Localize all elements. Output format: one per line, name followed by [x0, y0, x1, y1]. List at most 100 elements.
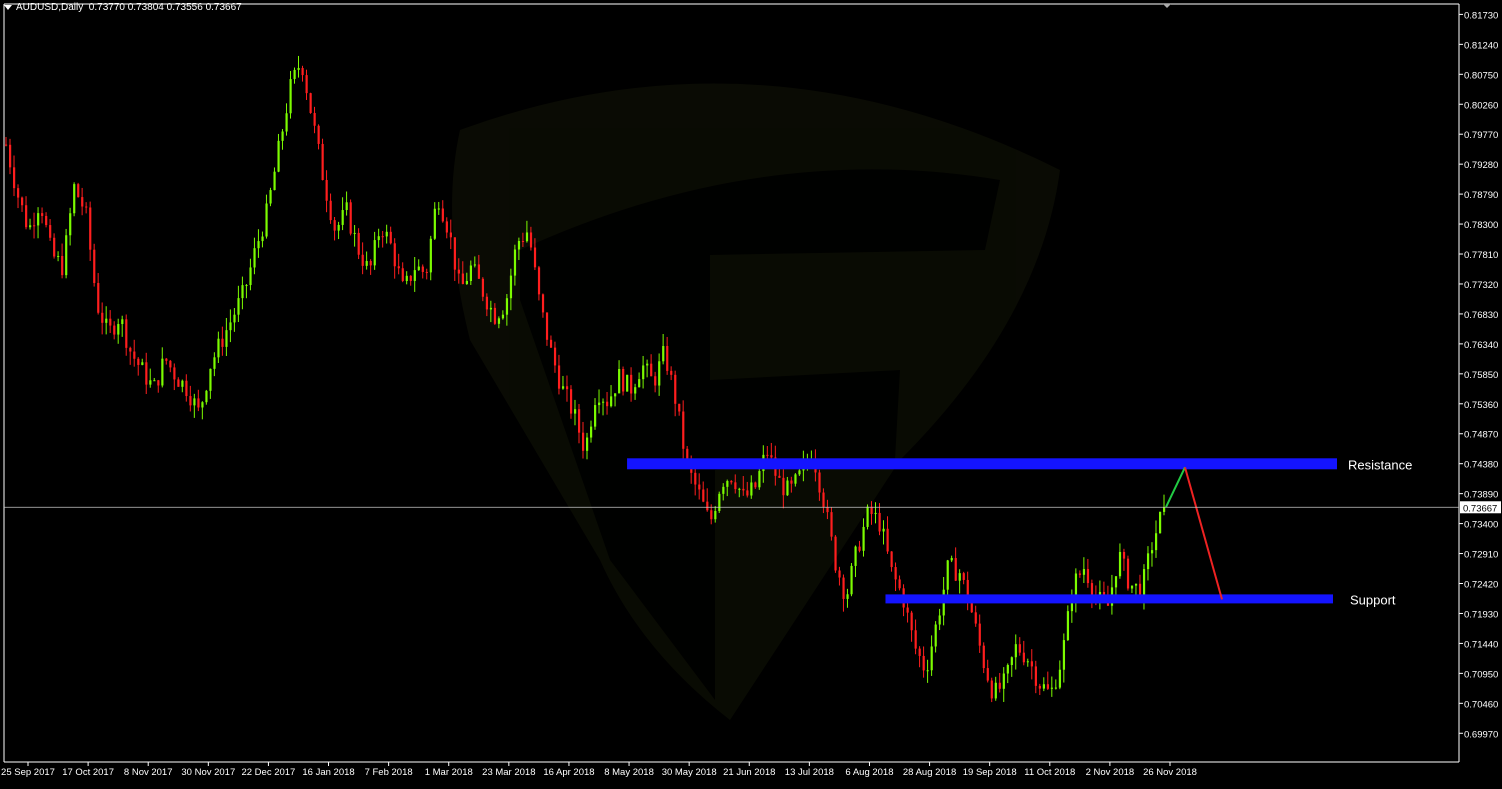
candle-bear	[481, 278, 485, 297]
candle-bear	[101, 312, 104, 323]
candle-bear	[53, 237, 56, 257]
candle-bear	[97, 283, 100, 313]
candle-bull	[926, 670, 929, 672]
candle-bear	[125, 319, 128, 348]
candle-bear	[449, 232, 452, 238]
candle-bull	[353, 232, 356, 234]
candle-bull	[1050, 687, 1054, 689]
candle-bear	[301, 67, 304, 76]
candle-bull	[249, 267, 252, 286]
candle-bull	[365, 261, 368, 266]
price-tick-label: 0.73400	[1464, 520, 1498, 531]
price-tick-label: 0.78300	[1464, 220, 1498, 231]
candle-bull	[201, 402, 204, 408]
candle-bull	[153, 380, 156, 382]
candle-bear	[1078, 573, 1082, 575]
chart-container[interactable]: Resistance Support 0.81730 0.81240 0.80750 0…	[0, 0, 1502, 784]
price-tick-label: 0.70950	[1464, 669, 1498, 680]
time-tick-label: 17 Oct 2017	[62, 767, 114, 778]
candle-bear	[369, 261, 372, 266]
candle-bear	[145, 362, 148, 385]
candle-bull	[758, 471, 761, 488]
candle-bull	[209, 368, 212, 391]
candle-bull	[257, 241, 260, 249]
candle-bull	[241, 285, 244, 299]
candle-bear	[766, 454, 769, 456]
candle-bear	[361, 254, 364, 266]
candle-bull	[1134, 583, 1138, 586]
candle-bear	[533, 247, 537, 268]
time-tick-label: 19 Sep 2018	[963, 767, 1017, 778]
time-tick-label: 22 Dec 2017	[241, 767, 295, 778]
price-tick-label: 0.77810	[1464, 250, 1498, 261]
candle-bull	[642, 365, 645, 380]
candle-bull	[594, 405, 597, 427]
candle-bull	[1154, 533, 1158, 551]
symbol-label: AUDUSD,Daily	[16, 2, 84, 13]
candle-bull	[233, 314, 236, 323]
candle-bear	[682, 411, 685, 449]
support-zone	[885, 594, 1333, 604]
candle-bear	[485, 296, 489, 310]
candle-bear	[317, 125, 320, 144]
candle-bull	[590, 426, 593, 438]
candle-bear	[113, 325, 116, 335]
candle-bear	[5, 144, 8, 146]
candle-bull	[610, 396, 613, 407]
candle-bear	[61, 255, 64, 276]
candle-bear	[453, 237, 456, 270]
candle-bear	[670, 370, 673, 375]
candle-bull	[501, 314, 505, 319]
candle-bull	[1062, 640, 1066, 670]
candle-bull	[1082, 569, 1086, 575]
candle-bear	[321, 143, 324, 181]
candle-bear	[1086, 569, 1090, 584]
candle-bull	[938, 615, 941, 625]
candle-bear	[189, 396, 192, 406]
candle-bear	[990, 680, 993, 699]
time-tick-label: 28 Aug 2018	[903, 767, 956, 778]
price-chart[interactable]: Resistance Support 0.81730 0.81240 0.80750 0…	[0, 0, 1502, 784]
candle-bull	[1054, 687, 1058, 689]
candle-bear	[970, 602, 973, 613]
candle-bear	[45, 215, 48, 226]
candle-bear	[389, 231, 392, 244]
candle-bear	[445, 221, 448, 233]
price-tick-label: 0.70460	[1464, 699, 1498, 710]
candle-bear	[962, 573, 965, 580]
price-tick-label: 0.72420	[1464, 580, 1498, 591]
candle-bear	[381, 236, 384, 238]
time-tick-label: 21 Jun 2018	[723, 767, 775, 778]
candle-bear	[109, 318, 112, 326]
candle-bear	[545, 312, 549, 340]
candle-bear	[13, 167, 16, 189]
candle-bear	[349, 202, 352, 234]
candle-bull	[373, 240, 376, 266]
time-tick-label: 6 Aug 2018	[845, 767, 893, 778]
time-tick-label: 30 May 2018	[662, 767, 717, 778]
price-tick-label: 0.74870	[1464, 430, 1498, 441]
candle-bull	[121, 319, 124, 325]
candle-bull	[513, 249, 517, 276]
candle-bull	[1026, 661, 1029, 663]
candle-bull	[794, 474, 797, 484]
candle-bear	[397, 266, 400, 269]
candle-bull	[57, 255, 60, 257]
candle-bear	[826, 507, 829, 513]
candle-bull	[850, 565, 853, 595]
candle-bear	[325, 180, 328, 201]
chart-header[interactable]: AUDUSD,Daily 0.73770 0.73804 0.73556 0.7…	[4, 2, 242, 13]
candle-bull	[1130, 585, 1134, 589]
candle-bear	[1038, 685, 1041, 689]
candle-bull	[141, 362, 144, 365]
candle-bull	[433, 208, 436, 239]
candle-bull	[297, 67, 300, 70]
candle-bear	[197, 398, 200, 408]
candle-bull	[253, 248, 256, 268]
chevron-down-icon[interactable]	[4, 4, 12, 10]
candle-bull	[217, 338, 220, 358]
time-tick-label: 23 Mar 2018	[482, 767, 535, 778]
price-tick-label: 0.72910	[1464, 550, 1498, 561]
candle-bull	[377, 236, 380, 241]
candle-bear	[878, 512, 881, 532]
